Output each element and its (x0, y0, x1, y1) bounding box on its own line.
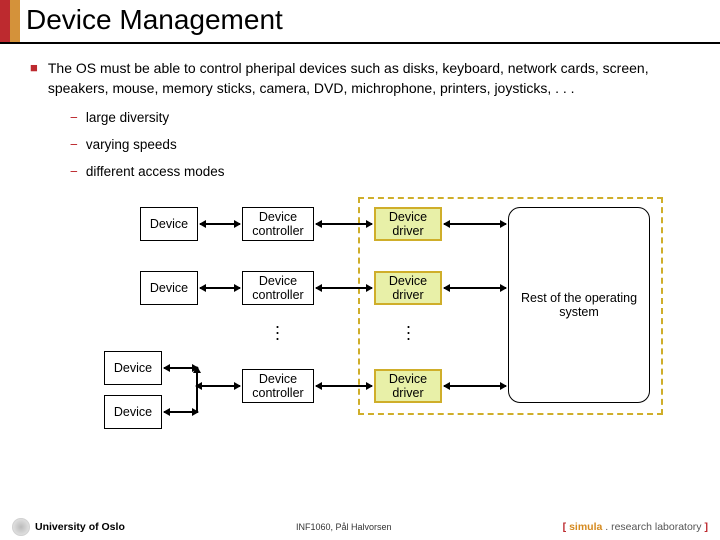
sub-bullet-list: − large diversity − varying speeds − dif… (70, 110, 690, 179)
slide-title-bar: Device Management (0, 0, 720, 44)
sub-bullet: − different access modes (70, 164, 690, 179)
accent-bar-red (0, 0, 10, 42)
device-box: Device (104, 395, 162, 429)
connector-arrow (316, 223, 372, 225)
driver-box: Device driver (374, 207, 442, 241)
connector-line (196, 367, 198, 413)
connector-arrow (444, 223, 506, 225)
sub-bullet-text: large diversity (86, 110, 169, 125)
connector-arrow (316, 385, 372, 387)
main-bullet: ■ The OS must be able to control pheripa… (30, 58, 690, 98)
footer-right: [ simula . research laboratory ] (563, 521, 708, 533)
slide-title: Device Management (20, 0, 291, 42)
university-name: University of Oslo (35, 521, 125, 533)
controller-box: Device controller (242, 369, 314, 403)
accent-bar-gold (10, 0, 20, 42)
controller-box: Device controller (242, 207, 314, 241)
slide-content: ■ The OS must be able to control pheripa… (0, 44, 720, 451)
slide-footer: University of Oslo INF1060, Pål Halvorse… (0, 518, 720, 536)
driver-box: Device driver (374, 369, 442, 403)
connector-arrow (164, 411, 198, 413)
lab-name: simula (569, 521, 602, 533)
device-box: Device (140, 207, 198, 241)
lab-suffix: . research laboratory (602, 521, 701, 533)
connector-arrow (444, 385, 506, 387)
connector-arrow (316, 287, 372, 289)
controller-box: Device controller (242, 271, 314, 305)
vertical-ellipsis-icon: ... (406, 319, 411, 337)
device-box: Device (140, 271, 198, 305)
footer-left: University of Oslo (12, 518, 125, 536)
title-sidebar (0, 0, 20, 42)
connector-arrow (196, 385, 240, 387)
dash-icon: − (70, 137, 78, 152)
connector-arrow (200, 287, 240, 289)
architecture-diagram: Device Device Device Device Device contr… (90, 191, 710, 451)
dash-icon: − (70, 110, 78, 125)
sub-bullet-text: varying speeds (86, 137, 177, 152)
connector-arrow (200, 223, 240, 225)
connector-arrow (444, 287, 506, 289)
sub-bullet-text: different access modes (86, 164, 225, 179)
sub-bullet: − large diversity (70, 110, 690, 125)
dash-icon: − (70, 164, 78, 179)
bullet-square-icon: ■ (30, 58, 38, 98)
vertical-ellipsis-icon: ... (275, 319, 280, 337)
driver-box: Device driver (374, 271, 442, 305)
university-seal-icon (12, 518, 30, 536)
main-bullet-text: The OS must be able to control pheripal … (48, 58, 690, 98)
footer-center: INF1060, Pål Halvorsen (296, 522, 392, 532)
device-box: Device (104, 351, 162, 385)
os-box: Rest of the operating system (508, 207, 650, 403)
sub-bullet: − varying speeds (70, 137, 690, 152)
bracket-close: ] (702, 521, 708, 533)
